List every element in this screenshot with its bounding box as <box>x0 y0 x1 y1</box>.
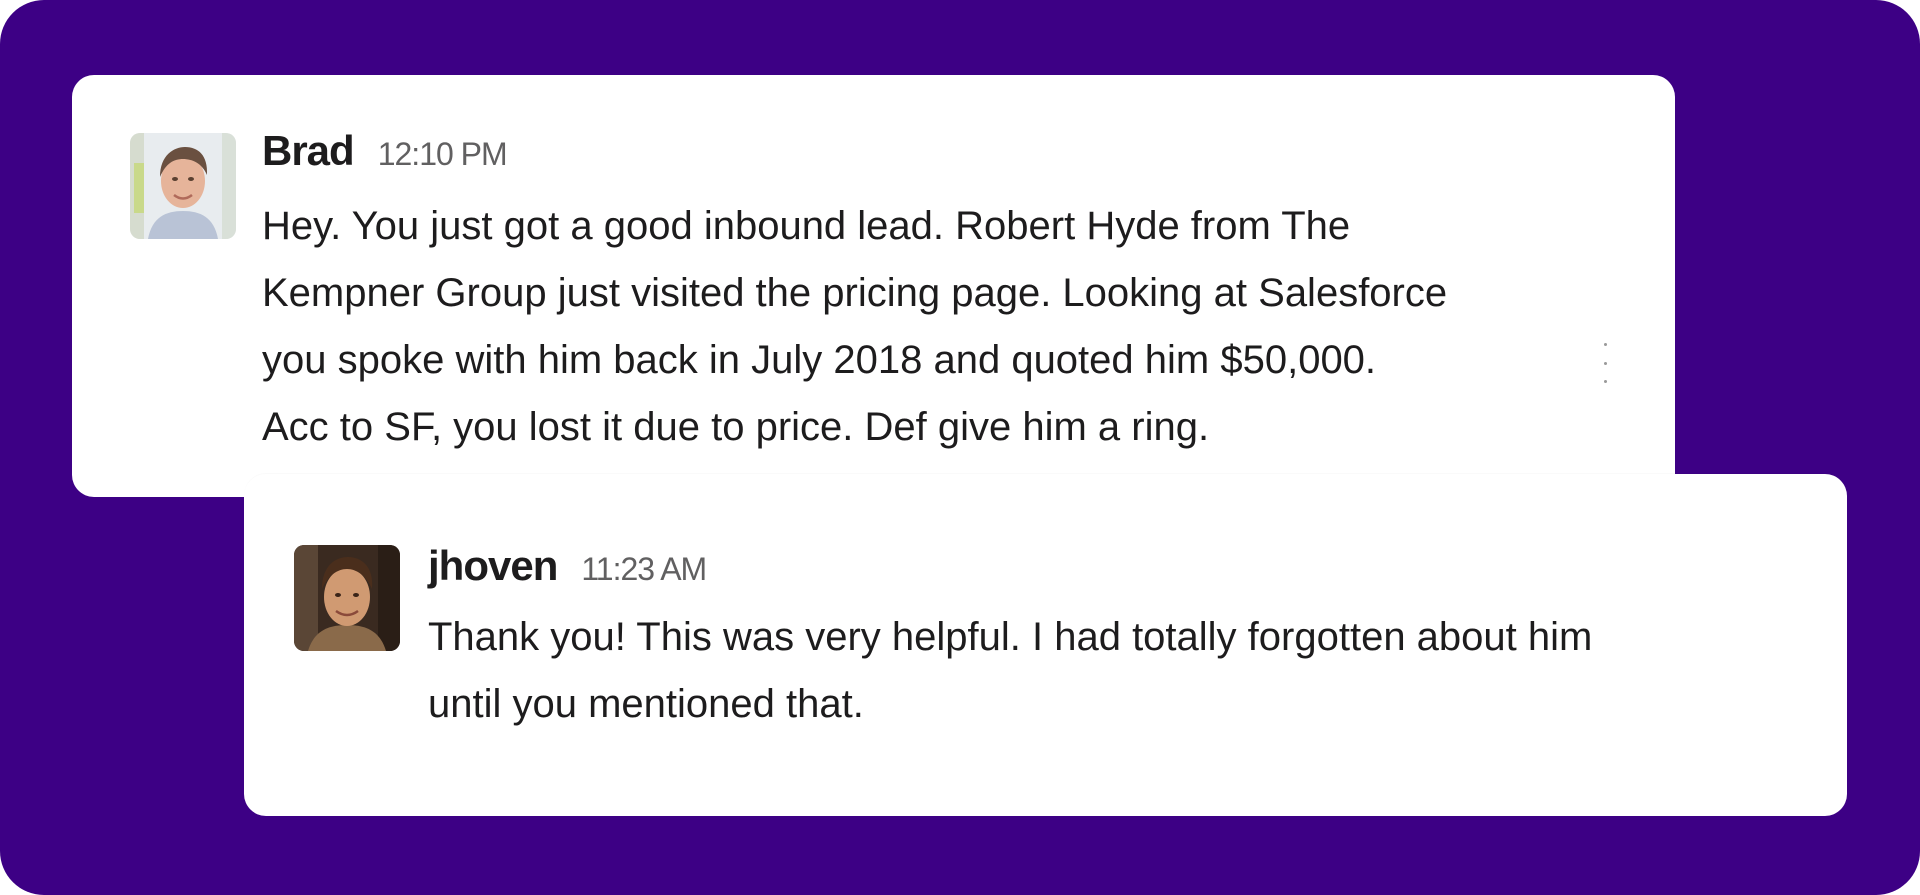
user-avatar-photo-icon <box>130 133 236 239</box>
jhoven-avatar[interactable] <box>294 545 400 651</box>
message-line: Hey. You just got a good inbound lead. R… <box>262 204 1351 248</box>
message-line: Thank you! This was very helpful. I had … <box>428 615 1593 659</box>
message-card-jhoven: jhoven 11:23 AM Thank you! This was very… <box>244 474 1847 816</box>
message-text: Thank you! This was very helpful. I had … <box>428 604 1592 738</box>
message-line: Kempner Group just visited the pricing p… <box>262 271 1448 315</box>
user-avatar-photo-icon <box>294 545 400 651</box>
brad-avatar[interactable] <box>130 133 236 239</box>
timestamp[interactable]: 12:10 PM <box>378 136 508 173</box>
message-card-brad: Brad 12:10 PM Hey. You just got a good i… <box>72 75 1675 497</box>
message-line: until you mentioned that. <box>428 682 864 726</box>
username[interactable]: Brad <box>262 127 355 175</box>
message-header: Brad 12:10 PM <box>262 127 508 175</box>
message-header: jhoven 11:23 AM <box>428 542 707 590</box>
more-actions-icon[interactable] <box>1602 343 1608 383</box>
message-text: Hey. You just got a good inbound lead. R… <box>262 193 1447 461</box>
message-line: you spoke with him back in July 2018 and… <box>262 338 1377 382</box>
timestamp[interactable]: 11:23 AM <box>581 551 707 588</box>
chat-showcase-frame: Brad 12:10 PM Hey. You just got a good i… <box>0 0 1920 895</box>
message-line: Acc to SF, you lost it due to price. Def… <box>262 405 1210 449</box>
username[interactable]: jhoven <box>428 542 558 590</box>
